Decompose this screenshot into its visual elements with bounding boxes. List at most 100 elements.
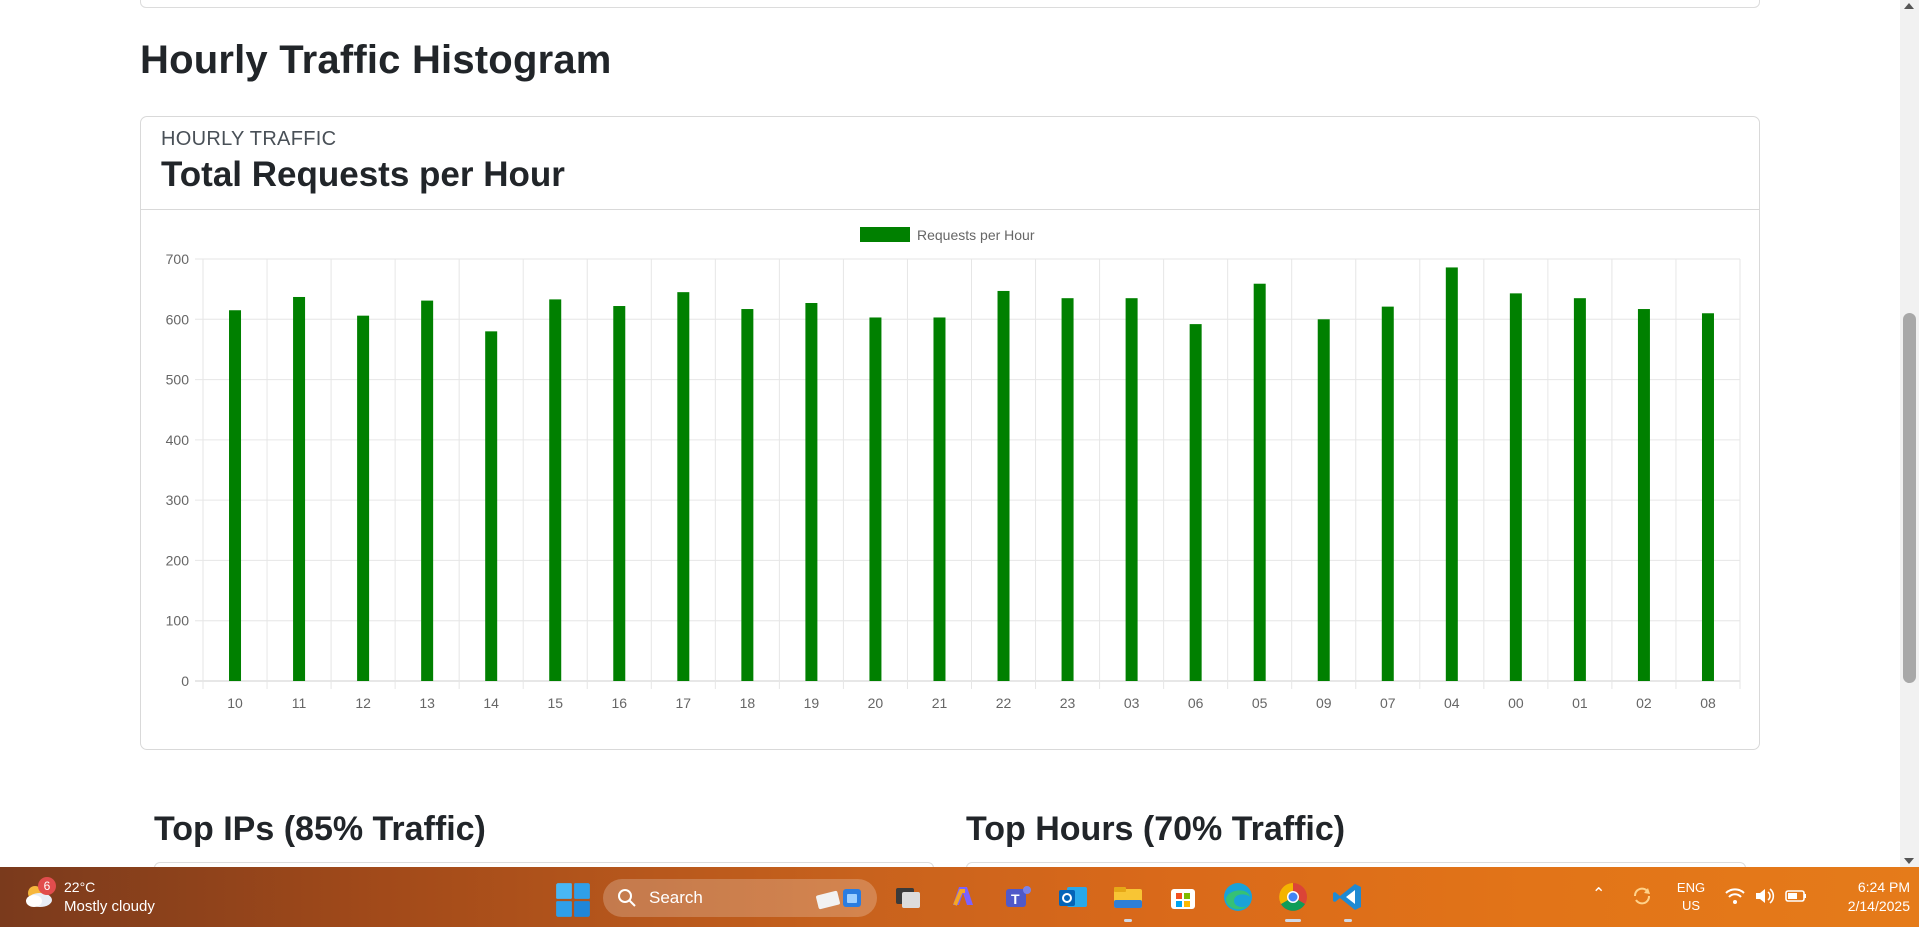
x-tick-label: 17 xyxy=(676,695,692,711)
section-title: Hourly Traffic Histogram xyxy=(140,38,612,82)
weather-temperature: 22°C xyxy=(64,879,96,895)
previous-card-edge xyxy=(140,0,1760,8)
bar xyxy=(933,317,946,681)
bar xyxy=(485,331,498,681)
search-label: Search xyxy=(649,888,703,907)
bar xyxy=(421,300,434,681)
x-tick-label: 16 xyxy=(611,695,627,711)
taskbar-search-box[interactable]: Search xyxy=(603,879,877,917)
page-viewport: Hourly Traffic Histogram HOURLY TRAFFIC … xyxy=(0,0,1900,867)
svg-text:T: T xyxy=(1011,891,1020,907)
bar xyxy=(1061,298,1074,681)
x-tick-label: 08 xyxy=(1700,695,1716,711)
x-tick-label: 06 xyxy=(1188,695,1204,711)
x-tick-label: 12 xyxy=(355,695,371,711)
legend-label: Requests per Hour xyxy=(917,227,1035,243)
wifi-icon[interactable] xyxy=(1724,886,1746,906)
chrome-icon[interactable] xyxy=(1275,879,1311,915)
hourly-traffic-chart: 010020030040050060070010 11 12 13 14 15 16 17 18… xyxy=(166,227,1741,711)
chevron-up-icon[interactable]: ⌃ xyxy=(1592,884,1605,904)
language-code: ENG xyxy=(1676,880,1706,895)
weather-widget[interactable]: 6 22°C Mostly cloudy xyxy=(20,877,180,919)
bar xyxy=(997,290,1010,681)
x-tick-label: 04 xyxy=(1444,695,1460,711)
x-tick-label: 19 xyxy=(804,695,820,711)
card-header: HOURLY TRAFFIC Total Requests per Hour xyxy=(141,117,1759,210)
search-highlight-icon xyxy=(816,889,861,910)
store-icon[interactable] xyxy=(1165,879,1201,915)
page-scrollbar[interactable] xyxy=(1900,0,1919,867)
bar xyxy=(1573,298,1586,681)
y-tick-label: 400 xyxy=(166,432,190,448)
x-tick-label: 02 xyxy=(1636,695,1652,711)
x-tick-label: 18 xyxy=(740,695,756,711)
card-subtitle: HOURLY TRAFFIC xyxy=(161,128,337,150)
vscode-icon[interactable] xyxy=(1330,879,1366,915)
bar xyxy=(1637,309,1650,681)
explorer-running-indicator xyxy=(1124,919,1132,922)
y-tick-label: 500 xyxy=(166,372,190,388)
task-view-icon[interactable] xyxy=(890,879,926,915)
y-tick-label: 100 xyxy=(166,613,190,629)
bar xyxy=(613,306,626,681)
bar xyxy=(1445,267,1458,681)
weather-badge: 6 xyxy=(38,877,56,895)
x-tick-label: 09 xyxy=(1316,695,1332,711)
y-tick-label: 300 xyxy=(166,492,190,508)
clock-date: 2/14/2025 xyxy=(1847,898,1910,914)
language-indicator[interactable]: ENG US xyxy=(1673,879,1709,915)
y-tick-label: 0 xyxy=(181,673,189,689)
search-icon xyxy=(618,889,636,907)
scroll-thumb[interactable] xyxy=(1903,313,1916,683)
y-tick-label: 700 xyxy=(166,251,190,267)
teams-icon[interactable]: T xyxy=(1000,879,1036,915)
outlook-icon[interactable] xyxy=(1055,879,1091,915)
bar xyxy=(1125,298,1138,681)
hourly-traffic-card: HOURLY TRAFFIC Total Requests per Hour 0… xyxy=(140,116,1760,750)
bar xyxy=(1509,293,1522,681)
x-tick-label: 23 xyxy=(1060,695,1076,711)
volume-icon[interactable] xyxy=(1754,886,1776,906)
x-tick-label: 11 xyxy=(292,695,307,711)
weather-description: Mostly cloudy xyxy=(64,898,155,915)
windows-taskbar: 6 22°C Mostly cloudy Search T ⌃ ENG US 6… xyxy=(0,867,1919,927)
clock-time: 6:24 PM xyxy=(1857,879,1910,895)
bar xyxy=(1317,319,1330,681)
x-tick-label: 01 xyxy=(1572,695,1588,711)
bar xyxy=(293,296,306,681)
x-tick-label: 22 xyxy=(996,695,1012,711)
bar xyxy=(741,309,754,681)
start-icon[interactable] xyxy=(555,882,591,918)
scroll-down-arrow-icon[interactable] xyxy=(1904,858,1914,864)
taskbar-clock[interactable]: 6:24 PM 2/14/2025 xyxy=(1820,878,1910,916)
legend-swatch xyxy=(860,227,910,242)
card-title: Total Requests per Hour xyxy=(161,155,565,194)
file-explorer-icon[interactable] xyxy=(1110,879,1146,915)
scroll-up-arrow-icon[interactable] xyxy=(1904,3,1914,9)
x-tick-label: 21 xyxy=(932,695,948,711)
bar xyxy=(677,292,690,681)
x-tick-label: 03 xyxy=(1124,695,1140,711)
y-tick-label: 600 xyxy=(166,311,190,327)
bar xyxy=(805,303,818,681)
x-tick-label: 13 xyxy=(419,695,435,711)
top-hours-title: Top Hours (70% Traffic) xyxy=(966,810,1346,848)
sync-icon[interactable] xyxy=(1630,884,1654,908)
chrome-active-indicator xyxy=(1285,919,1301,922)
bar xyxy=(1701,313,1714,681)
vscode-running-indicator xyxy=(1344,919,1352,922)
region-code: US xyxy=(1681,898,1701,913)
x-tick-label: 07 xyxy=(1380,695,1396,711)
x-tick-label: 15 xyxy=(547,695,563,711)
edge-icon[interactable] xyxy=(1220,879,1256,915)
copilot-icon[interactable] xyxy=(945,879,981,915)
bar xyxy=(1381,306,1394,681)
x-tick-label: 14 xyxy=(483,695,499,711)
bar xyxy=(229,310,242,681)
bar xyxy=(1189,324,1202,681)
x-tick-label: 20 xyxy=(868,695,884,711)
x-tick-label: 00 xyxy=(1508,695,1524,711)
top-ips-title: Top IPs (85% Traffic) xyxy=(154,810,486,848)
bar xyxy=(357,315,370,681)
battery-icon[interactable] xyxy=(1784,887,1808,905)
